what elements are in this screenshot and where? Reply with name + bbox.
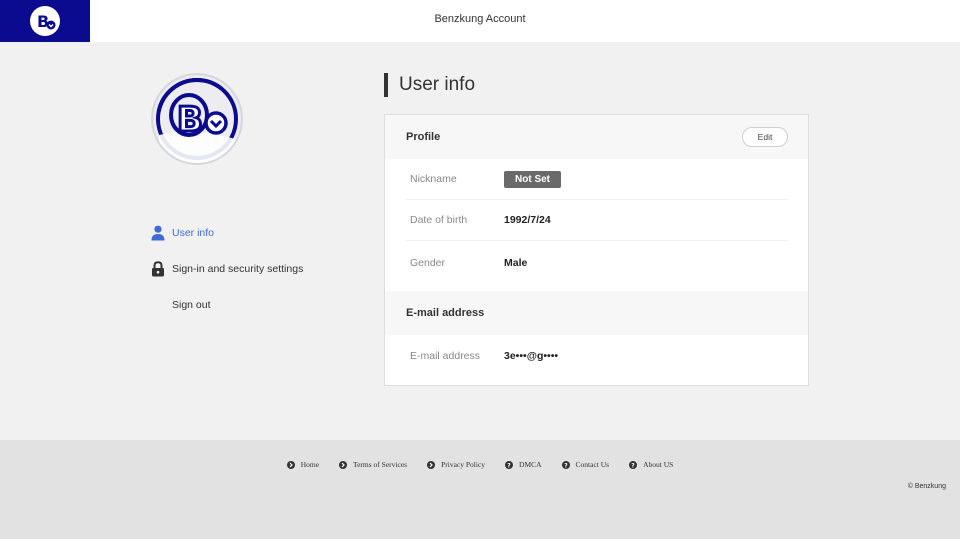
sidebar-item-security[interactable]: Sign-in and security settings — [151, 259, 303, 279]
svg-text:?: ? — [564, 462, 568, 468]
user-info-card: Profile Edit Nickname Not Set Date of bi… — [384, 114, 809, 386]
avatar: B — [151, 73, 243, 165]
footer-link-label: About US — [643, 460, 674, 469]
sidebar-item-label: Sign-in and security settings — [172, 263, 304, 275]
sidebar-item-label: Sign out — [172, 299, 211, 311]
email-row: E-mail address 3e•••@g•••• — [406, 335, 788, 376]
nickname-status-badge: Not Set — [504, 170, 561, 188]
footer-link-dmca[interactable]: ? DMCA — [505, 460, 542, 469]
nickname-label: Nickname — [410, 173, 457, 185]
email-label: E-mail address — [410, 349, 481, 362]
question-icon: ? — [505, 460, 514, 469]
footer-link-home[interactable]: Home — [286, 460, 320, 469]
footer-link-terms[interactable]: Terms of Services — [339, 460, 407, 469]
footer-link-label: DMCA — [519, 460, 542, 469]
email-header: E-mail address — [385, 291, 808, 335]
header-title: Benzkung Account — [434, 13, 526, 25]
birth-date-label: Date of birth — [410, 214, 468, 226]
nickname-row: Nickname Not Set — [406, 159, 788, 200]
gender-value: Male — [504, 256, 528, 269]
footer-link-label: Terms of Services — [353, 460, 408, 469]
sidebar-item-label: User info — [172, 227, 215, 239]
gender-row: Gender Male — [406, 242, 788, 283]
footer-link-privacy[interactable]: Privacy Policy — [427, 460, 485, 469]
sidebar-item-user-info[interactable]: User info — [151, 223, 214, 243]
chevron-right-icon — [339, 460, 348, 469]
title-accent-bar — [384, 73, 388, 97]
footer-link-label: Privacy Policy — [441, 460, 486, 469]
edit-button[interactable]: Edit — [742, 127, 788, 147]
user-icon — [151, 225, 165, 241]
svg-text:B: B — [177, 100, 203, 140]
profile-header: Profile Edit — [385, 115, 808, 159]
copyright: © Benzkung — [907, 483, 946, 490]
lock-icon — [151, 261, 165, 277]
question-icon: ? — [629, 460, 638, 469]
email-heading: E-mail address — [406, 307, 485, 319]
page-title: User info — [399, 74, 476, 95]
birth-date-row: Date of birth 1992/7/24 — [406, 200, 788, 241]
email-value: 3e•••@g•••• — [504, 349, 559, 362]
svg-text:?: ? — [631, 462, 635, 468]
footer-links: Home Terms of Services Privacy Policy ? … — [0, 460, 960, 469]
footer: Home Terms of Services Privacy Policy ? … — [0, 440, 960, 539]
gender-label: Gender — [410, 256, 446, 269]
profile-heading: Profile — [406, 131, 441, 143]
footer-link-label: Contact Us — [575, 460, 610, 469]
birth-date-value: 1992/7/24 — [504, 214, 551, 226]
chevron-right-icon — [427, 460, 436, 469]
chevron-right-icon — [286, 460, 295, 469]
footer-link-label: Home — [300, 460, 320, 469]
top-header: B Benzkung Account — [0, 0, 960, 42]
sidebar-item-sign-out[interactable]: Sign out — [151, 295, 211, 315]
svg-text:?: ? — [507, 462, 511, 468]
footer-link-contact[interactable]: ? Contact Us — [561, 460, 610, 469]
question-icon: ? — [561, 460, 570, 469]
page-title-wrap: User info — [384, 73, 475, 97]
footer-link-about[interactable]: ? About US — [629, 460, 673, 469]
